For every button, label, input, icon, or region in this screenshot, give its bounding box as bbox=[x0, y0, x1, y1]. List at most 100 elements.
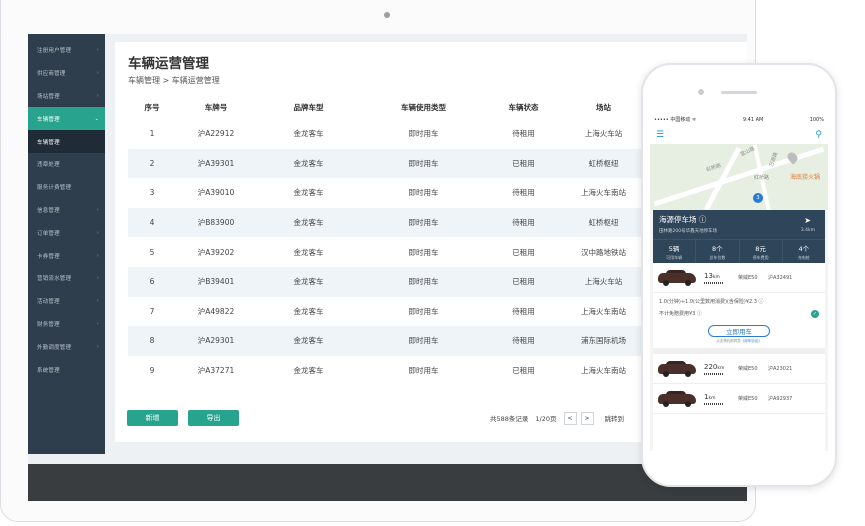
prev-page-button[interactable]: < bbox=[563, 411, 577, 425]
add-button[interactable]: 新增 bbox=[127, 410, 178, 426]
table-cell: 3 bbox=[149, 188, 155, 198]
sidebar-item-label: 信息管理 bbox=[37, 207, 60, 214]
price-line: 1.0(分钟)+1.0(公里数用消费)(含保险)¥2.3 ⓘ bbox=[659, 299, 764, 305]
sidebar-item[interactable]: 车辆管理 bbox=[28, 130, 105, 153]
next-page-button[interactable]: > bbox=[580, 411, 594, 425]
sidebar-item-label: 订单管理 bbox=[37, 230, 60, 237]
table-cell: 9 bbox=[149, 366, 155, 376]
sidebar-item[interactable]: 卡券管理 › bbox=[28, 244, 105, 267]
map-view[interactable]: 虹桥路 万源路 宜山路 红桥路 海底捞火锅 3 bbox=[650, 144, 828, 210]
battery-level: 100% bbox=[809, 116, 824, 123]
stat-value: 8个 bbox=[712, 245, 723, 253]
table-cell: 金龙客车 bbox=[293, 247, 324, 257]
info-icon[interactable]: ⓘ bbox=[699, 215, 707, 224]
table-cell: 金龙客车 bbox=[293, 277, 324, 287]
sidebar-item[interactable]: 违章处理 bbox=[28, 153, 105, 176]
sidebar-item-label: 注册用户管理 bbox=[37, 48, 72, 55]
sidebar-item[interactable]: 外勤调度管理 › bbox=[28, 335, 105, 358]
table-cell: 待租用 bbox=[512, 129, 535, 139]
sidebar-item[interactable]: 订单管理 › bbox=[28, 221, 105, 244]
table-cell: 待租用 bbox=[512, 306, 535, 316]
search-icon[interactable]: ⚲ bbox=[815, 130, 822, 140]
chevron-icon: ⌄ bbox=[94, 115, 99, 122]
sidebar-item[interactable]: 信息管理 › bbox=[28, 199, 105, 222]
table-cell: 沪A39010 bbox=[197, 188, 235, 198]
table-cell: 即时用车 bbox=[408, 247, 439, 257]
car-image bbox=[658, 360, 696, 377]
rent-now-button[interactable]: 立即用车 bbox=[708, 325, 770, 337]
help-icon[interactable]: ⓘ bbox=[759, 299, 764, 305]
phone-speaker-icon bbox=[721, 91, 757, 94]
map-street-label: 虹桥路 bbox=[705, 162, 722, 174]
sidebar-item[interactable]: 场站管理 › bbox=[28, 85, 105, 108]
carrier-signal: ••••• 中国移动 ᯤ bbox=[654, 117, 697, 123]
table-cell: 即时用车 bbox=[408, 366, 439, 376]
agreement-link[interactable]: 《用车协议》 bbox=[741, 339, 762, 343]
sidebar-item-label: 供应商管理 bbox=[37, 71, 66, 78]
sidebar-item[interactable]: 系统管理 bbox=[28, 358, 105, 381]
table-cell: 即时用车 bbox=[408, 336, 439, 346]
parking-lot-card: 海源停车场 ⓘ 田林路200号华鑫天地停车场 ➤ 3.4km 5辆 可用车辆 8个总… bbox=[653, 210, 825, 451]
sidebar: 注册用户管理 › 供应商管理 › 场站管理 › 车辆管理 ⌄ 车辆管理 违章处理 服务计费管理 信息管… bbox=[28, 34, 105, 454]
check-icon[interactable]: ✓ bbox=[811, 310, 819, 318]
table-cell: 上海火车南站 bbox=[581, 366, 626, 376]
sidebar-item[interactable]: 注册用户管理 › bbox=[28, 39, 105, 62]
car-item[interactable]: 220km 荣威E50 沪A23021 bbox=[653, 354, 825, 384]
chevron-icon: › bbox=[96, 92, 99, 99]
table-cell: 上海火车南站 bbox=[581, 306, 626, 316]
sidebar-item[interactable]: 财务管理 › bbox=[28, 313, 105, 336]
stat-value: 5辆 bbox=[668, 245, 680, 253]
car-item[interactable]: 1km 荣威E50 沪A92937 bbox=[653, 384, 825, 414]
menu-icon[interactable]: ☰ bbox=[656, 130, 664, 140]
admin-screen: 注册用户管理 › 供应商管理 › 场站管理 › 车辆管理 ⌄ 车辆管理 违章处理 服务计费管理 信息管… bbox=[28, 34, 747, 501]
phone-frame: ••••• 中国移动 ᯤ 9:41 AM 100% ☰ ⚲ 虹桥路 万源路 宜山… bbox=[641, 63, 837, 487]
chevron-icon: › bbox=[96, 70, 99, 77]
chevron-icon: › bbox=[96, 252, 99, 259]
table-cell: 金龙客车 bbox=[293, 366, 324, 376]
car-item[interactable]: 13km 荣威E50 沪A32491 bbox=[653, 263, 825, 293]
insurance-line[interactable]: 不计免赔费用¥3 ⓘ ✓ bbox=[653, 307, 825, 321]
sidebar-item-label: 财务管理 bbox=[37, 321, 60, 328]
car-plate: 沪A92937 bbox=[768, 396, 793, 402]
sidebar-item[interactable]: 营销流水管理 › bbox=[28, 267, 105, 290]
sidebar-item[interactable]: 供应商管理 › bbox=[28, 62, 105, 85]
sidebar-item-label: 系统管理 bbox=[37, 367, 60, 374]
map-poi[interactable]: 海底捞火锅 bbox=[790, 172, 820, 181]
sidebar-item-label: 卡券管理 bbox=[37, 253, 60, 260]
table-cell: 5 bbox=[149, 247, 155, 257]
status-time: 9:41 AM bbox=[742, 116, 764, 123]
help-icon[interactable]: ⓘ bbox=[697, 311, 702, 317]
camera-dot-icon bbox=[384, 12, 390, 18]
column-header: 场站 bbox=[596, 103, 611, 112]
sidebar-item[interactable]: 车辆管理 ⌄ bbox=[28, 107, 105, 131]
car-range: 13km bbox=[704, 272, 738, 284]
sidebar-item[interactable]: 服务计费管理 bbox=[28, 176, 105, 199]
jump-to-label[interactable]: 跳转到 bbox=[605, 413, 625, 423]
breadcrumb[interactable]: 车辆管理 > 车辆运营管理 bbox=[128, 75, 220, 86]
pagination: 共588条记录 1/20页 < > 跳转到 bbox=[490, 411, 624, 425]
stat-label: 停车费用 bbox=[752, 255, 769, 260]
table-cell: 上海火车站 bbox=[584, 129, 623, 139]
parking-marker[interactable]: 3 bbox=[753, 193, 763, 203]
car-image bbox=[658, 390, 696, 407]
lot-stat: 5辆 可用车辆 bbox=[653, 240, 697, 263]
chevron-icon: › bbox=[96, 229, 99, 236]
navigate-icon[interactable]: ➤ bbox=[804, 216, 811, 225]
stat-label: 总车位数 bbox=[709, 255, 726, 260]
sidebar-item[interactable]: 活动管理 › bbox=[28, 290, 105, 313]
map-street-label: 红桥路 bbox=[754, 175, 770, 181]
table-cell: 已租用 bbox=[512, 366, 535, 376]
table-cell: 已租用 bbox=[512, 277, 535, 287]
table-cell: 即时用车 bbox=[408, 188, 439, 198]
lot-stat: 8元 停车费用 bbox=[740, 240, 783, 263]
table-cell: 待租用 bbox=[512, 218, 535, 228]
agreement-text: 点击预约即同意《用车协议》 bbox=[716, 339, 762, 343]
export-button[interactable]: 导出 bbox=[188, 410, 239, 426]
sidebar-item-label: 服务计费管理 bbox=[37, 185, 72, 192]
page-title: 车辆运营管理 bbox=[128, 56, 209, 72]
table-cell: 沪B83900 bbox=[197, 218, 235, 228]
column-header: 车辆状态 bbox=[508, 103, 539, 112]
sidebar-item-label: 违章处理 bbox=[37, 162, 60, 169]
column-header: 品牌车型 bbox=[293, 103, 324, 112]
lot-header: 海源停车场 ⓘ 田林路200号华鑫天地停车场 ➤ 3.4km bbox=[653, 210, 825, 239]
